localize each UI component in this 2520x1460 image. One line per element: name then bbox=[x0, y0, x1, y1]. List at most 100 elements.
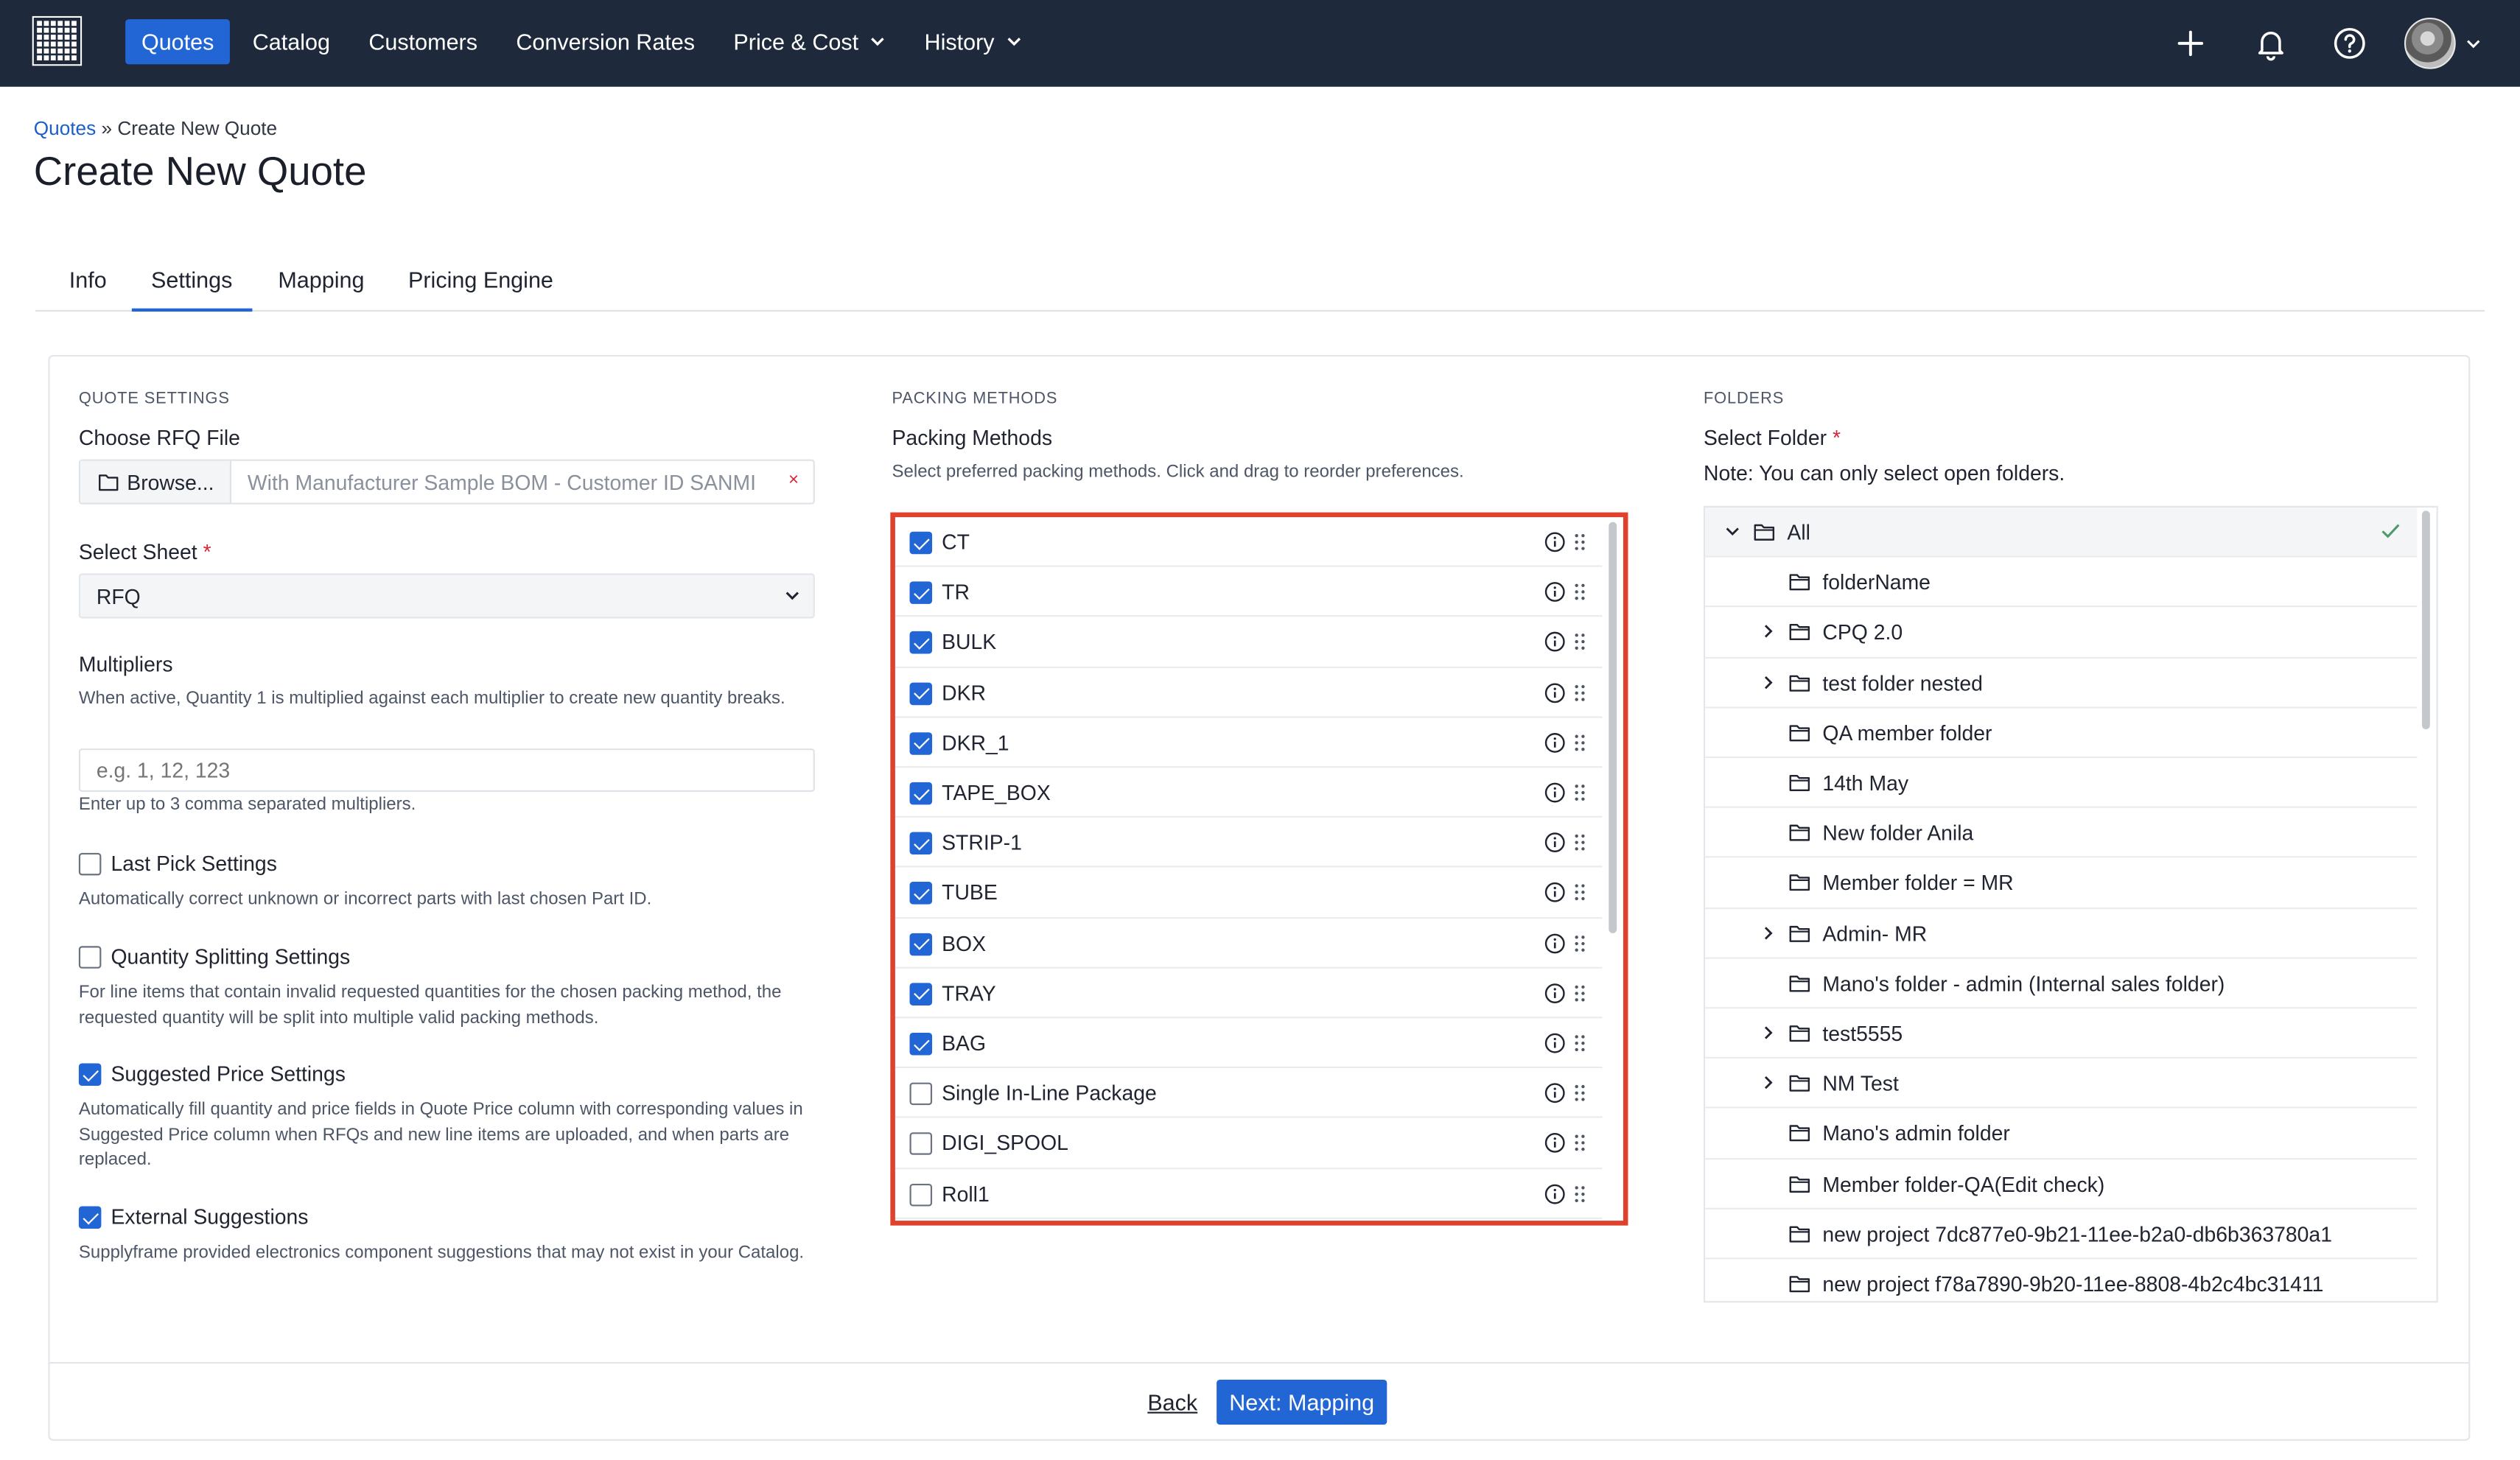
packing-method-row[interactable]: DIGI_SPOOL bbox=[895, 1118, 1603, 1169]
folder-row[interactable]: QA member folder bbox=[1705, 708, 2418, 759]
drag-handle-icon[interactable] bbox=[1573, 533, 1586, 551]
drag-handle-icon[interactable] bbox=[1573, 1034, 1586, 1052]
packing-methods-scrollbar[interactable] bbox=[1609, 522, 1617, 933]
packing-method-checkbox[interactable] bbox=[909, 731, 933, 755]
packing-method-row[interactable]: TRAY bbox=[895, 968, 1603, 1019]
drag-handle-icon[interactable] bbox=[1573, 884, 1586, 902]
help-icon[interactable] bbox=[2331, 24, 2369, 63]
avatar[interactable] bbox=[2404, 17, 2456, 69]
clear-file-icon[interactable]: × bbox=[788, 471, 799, 490]
drag-handle-icon[interactable] bbox=[1573, 834, 1586, 852]
info-icon[interactable] bbox=[1544, 882, 1565, 903]
folder-row[interactable]: New folder Anila bbox=[1705, 808, 2418, 859]
packing-method-checkbox[interactable] bbox=[909, 1033, 933, 1056]
tab-info[interactable]: Info bbox=[69, 267, 107, 292]
nav-item-history[interactable]: History bbox=[909, 19, 1038, 64]
info-icon[interactable] bbox=[1544, 832, 1565, 853]
drag-handle-icon[interactable] bbox=[1573, 1134, 1586, 1152]
packing-method-row[interactable]: DKR_1 bbox=[895, 717, 1603, 768]
drag-handle-icon[interactable] bbox=[1573, 583, 1586, 601]
packing-method-row[interactable]: BOX bbox=[895, 918, 1603, 969]
packing-method-checkbox[interactable] bbox=[909, 782, 933, 805]
last-pick-settings-checkbox[interactable] bbox=[78, 852, 102, 876]
nav-item-catalog[interactable]: Catalog bbox=[237, 19, 346, 64]
packing-method-checkbox[interactable] bbox=[909, 681, 933, 705]
drag-handle-icon[interactable] bbox=[1573, 1185, 1586, 1202]
drag-handle-icon[interactable] bbox=[1573, 1084, 1586, 1102]
packing-method-checkbox[interactable] bbox=[909, 1083, 933, 1106]
packing-method-checkbox[interactable] bbox=[909, 982, 933, 1005]
info-icon[interactable] bbox=[1544, 1183, 1565, 1204]
info-icon[interactable] bbox=[1544, 1083, 1565, 1103]
folder-row[interactable]: Member folder = MR bbox=[1705, 858, 2418, 909]
folder-row[interactable]: 14th May bbox=[1705, 758, 2418, 809]
drag-handle-icon[interactable] bbox=[1573, 634, 1586, 651]
info-icon[interactable] bbox=[1544, 1033, 1565, 1053]
packing-method-checkbox[interactable] bbox=[909, 832, 933, 855]
packing-method-checkbox[interactable] bbox=[909, 932, 933, 955]
packing-method-checkbox[interactable] bbox=[909, 882, 933, 905]
packing-method-checkbox[interactable] bbox=[909, 531, 933, 555]
suggested-price-settings-checkbox[interactable] bbox=[78, 1063, 102, 1086]
external-suggestions-label[interactable]: External Suggestions bbox=[111, 1204, 308, 1229]
quantity-splitting-settings-label[interactable]: Quantity Splitting Settings bbox=[111, 944, 350, 969]
tab-mapping[interactable]: Mapping bbox=[278, 267, 364, 292]
info-icon[interactable] bbox=[1544, 983, 1565, 1003]
folder-row[interactable]: folderName bbox=[1705, 558, 2418, 608]
packing-method-checkbox[interactable] bbox=[909, 631, 933, 655]
info-icon[interactable] bbox=[1544, 782, 1565, 803]
packing-method-row[interactable]: BAG bbox=[895, 1018, 1603, 1069]
quantity-splitting-settings-checkbox[interactable] bbox=[78, 946, 102, 969]
back-button[interactable]: Back bbox=[1147, 1389, 1197, 1415]
packing-method-row[interactable]: Single In-Line Package bbox=[895, 1068, 1603, 1119]
packing-method-checkbox[interactable] bbox=[909, 1183, 933, 1206]
chevron-right-icon[interactable] bbox=[1760, 924, 1776, 941]
info-icon[interactable] bbox=[1544, 532, 1565, 552]
drag-handle-icon[interactable] bbox=[1573, 784, 1586, 801]
browse-button[interactable]: Browse... bbox=[80, 460, 232, 503]
drag-handle-icon[interactable] bbox=[1573, 934, 1586, 952]
nav-item-customers[interactable]: Customers bbox=[353, 19, 494, 64]
packing-method-row[interactable]: STRIP-1 bbox=[895, 818, 1603, 868]
packing-method-row[interactable]: DKR bbox=[895, 667, 1603, 718]
packing-method-checkbox[interactable] bbox=[909, 581, 933, 605]
nav-item-price-cost[interactable]: Price & Cost bbox=[718, 19, 902, 64]
folder-row[interactable]: Admin- MR bbox=[1705, 908, 2418, 959]
tab-settings[interactable]: Settings bbox=[131, 267, 252, 312]
folder-row[interactable]: Mano's admin folder bbox=[1705, 1109, 2418, 1159]
info-icon[interactable] bbox=[1544, 682, 1565, 703]
drag-handle-icon[interactable] bbox=[1573, 684, 1586, 701]
drag-handle-icon[interactable] bbox=[1573, 734, 1586, 751]
folder-row[interactable]: All bbox=[1705, 508, 2418, 558]
chevron-right-icon[interactable] bbox=[1760, 674, 1776, 690]
multipliers-input[interactable] bbox=[78, 748, 815, 792]
folder-row[interactable]: Member folder-QA(Edit check) bbox=[1705, 1159, 2418, 1210]
packing-method-checkbox[interactable] bbox=[909, 1133, 933, 1156]
folder-row[interactable]: new project 7dc877e0-9b21-11ee-b2a0-db6b… bbox=[1705, 1209, 2418, 1260]
folder-row[interactable]: test folder nested bbox=[1705, 658, 2418, 709]
folder-row[interactable]: Mano's folder - admin (Internal sales fo… bbox=[1705, 958, 2418, 1009]
drag-handle-icon[interactable] bbox=[1573, 984, 1586, 1002]
nav-item-quotes[interactable]: Quotes bbox=[125, 19, 231, 65]
chevron-right-icon[interactable] bbox=[1760, 1075, 1776, 1091]
tab-pricing-engine[interactable]: Pricing Engine bbox=[408, 267, 553, 292]
next-mapping-button[interactable]: Next: Mapping bbox=[1217, 1379, 1387, 1425]
nav-item-conversion-rates[interactable]: Conversion Rates bbox=[500, 19, 711, 64]
chevron-right-icon[interactable] bbox=[1760, 1025, 1776, 1041]
sheet-select[interactable]: RFQ bbox=[78, 573, 815, 619]
breadcrumb-quotes-link[interactable]: Quotes bbox=[34, 117, 96, 140]
plus-icon[interactable] bbox=[2171, 24, 2210, 63]
folder-row[interactable]: new project f78a7890-9b20-11ee-8808-4b2c… bbox=[1705, 1259, 2417, 1301]
chevron-right-icon[interactable] bbox=[1760, 624, 1776, 640]
packing-method-row[interactable]: CT bbox=[895, 517, 1603, 568]
suggested-price-settings-label[interactable]: Suggested Price Settings bbox=[111, 1061, 345, 1086]
packing-method-row[interactable]: TUBE bbox=[895, 868, 1603, 919]
folder-row[interactable]: test5555 bbox=[1705, 1008, 2418, 1059]
bell-icon[interactable] bbox=[2252, 24, 2290, 63]
chevron-down-icon[interactable] bbox=[1724, 524, 1740, 540]
last-pick-settings-label[interactable]: Last Pick Settings bbox=[111, 852, 276, 876]
info-icon[interactable] bbox=[1544, 732, 1565, 753]
external-suggestions-checkbox[interactable] bbox=[78, 1206, 102, 1229]
folder-row[interactable]: NM Test bbox=[1705, 1059, 2418, 1109]
info-icon[interactable] bbox=[1544, 582, 1565, 603]
